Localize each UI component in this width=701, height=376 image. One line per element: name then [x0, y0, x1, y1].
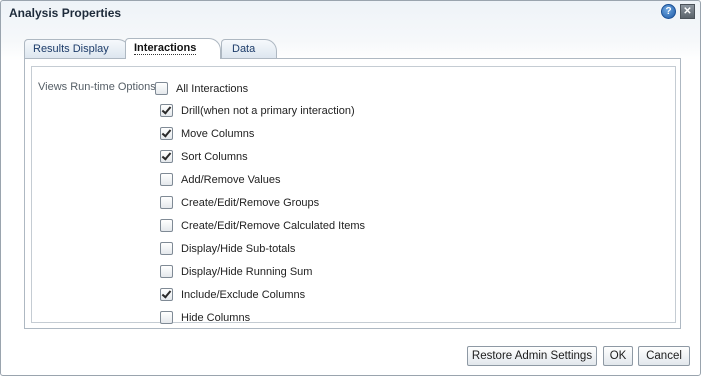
- close-icon[interactable]: ✕: [680, 4, 695, 19]
- checkbox[interactable]: [155, 82, 168, 95]
- option-label: Add/Remove Values: [181, 173, 281, 186]
- option-add-remove-values[interactable]: Add/Remove Values: [160, 172, 280, 187]
- checkbox[interactable]: [160, 265, 173, 278]
- option-label: Display/Hide Running Sum: [181, 265, 313, 278]
- checkbox[interactable]: [160, 219, 173, 232]
- option-label: Drill(when not a primary interaction): [181, 104, 355, 117]
- option-create-edit-remove-calculated-items[interactable]: Create/Edit/Remove Calculated Items: [160, 218, 365, 233]
- option-hide-columns[interactable]: Hide Columns: [160, 310, 250, 325]
- help-icon[interactable]: ?: [661, 4, 676, 19]
- checkbox[interactable]: [160, 196, 173, 209]
- checkbox[interactable]: [160, 288, 173, 301]
- checkbox[interactable]: [160, 104, 173, 117]
- option-label: Sort Columns: [181, 150, 248, 163]
- option-display-hide-subtotals[interactable]: Display/Hide Sub-totals: [160, 241, 295, 256]
- option-move-columns[interactable]: Move Columns: [160, 126, 254, 141]
- cancel-button[interactable]: Cancel: [638, 346, 690, 366]
- ok-button[interactable]: OK: [603, 346, 633, 366]
- option-sort-columns[interactable]: Sort Columns: [160, 149, 248, 164]
- tab-label: Data: [232, 43, 256, 55]
- title-bar: Analysis Properties ? ✕: [1, 1, 700, 25]
- tab-results-display[interactable]: Results Display: [24, 39, 130, 58]
- option-create-edit-remove-groups[interactable]: Create/Edit/Remove Groups: [160, 195, 319, 210]
- tab-data[interactable]: Data: [221, 39, 277, 58]
- interactions-tab-panel: Views Run-time Options All Interactions …: [24, 58, 681, 329]
- checkbox[interactable]: [160, 127, 173, 140]
- option-label: All Interactions: [176, 82, 249, 95]
- section-label: Views Run-time Options: [38, 81, 156, 93]
- option-label: Create/Edit/Remove Groups: [181, 196, 320, 209]
- checkbox[interactable]: [160, 242, 173, 255]
- option-label: Create/Edit/Remove Calculated Items: [181, 219, 366, 232]
- option-label: Hide Columns: [181, 311, 251, 324]
- option-display-hide-running-sum[interactable]: Display/Hide Running Sum: [160, 264, 312, 279]
- checkbox[interactable]: [160, 173, 173, 186]
- option-drill[interactable]: Drill(when not a primary interaction): [160, 103, 355, 118]
- options-group: Views Run-time Options All Interactions …: [31, 66, 676, 325]
- tab-interactions[interactable]: Interactions: [125, 38, 221, 59]
- checkbox[interactable]: [160, 311, 173, 324]
- option-include-exclude-columns[interactable]: Include/Exclude Columns: [160, 287, 305, 302]
- restore-admin-settings-button[interactable]: Restore Admin Settings: [467, 346, 597, 366]
- option-label: Display/Hide Sub-totals: [181, 242, 296, 255]
- option-all-interactions[interactable]: All Interactions: [155, 81, 248, 96]
- tab-label: Results Display: [33, 43, 109, 55]
- tab-label: Interactions: [134, 42, 197, 55]
- checkbox[interactable]: [160, 150, 173, 163]
- option-label: Include/Exclude Columns: [181, 288, 306, 301]
- dialog-title: Analysis Properties: [9, 6, 122, 20]
- option-label: Move Columns: [181, 127, 255, 140]
- analysis-properties-dialog: Analysis Properties ? ✕ Results Display …: [0, 0, 701, 376]
